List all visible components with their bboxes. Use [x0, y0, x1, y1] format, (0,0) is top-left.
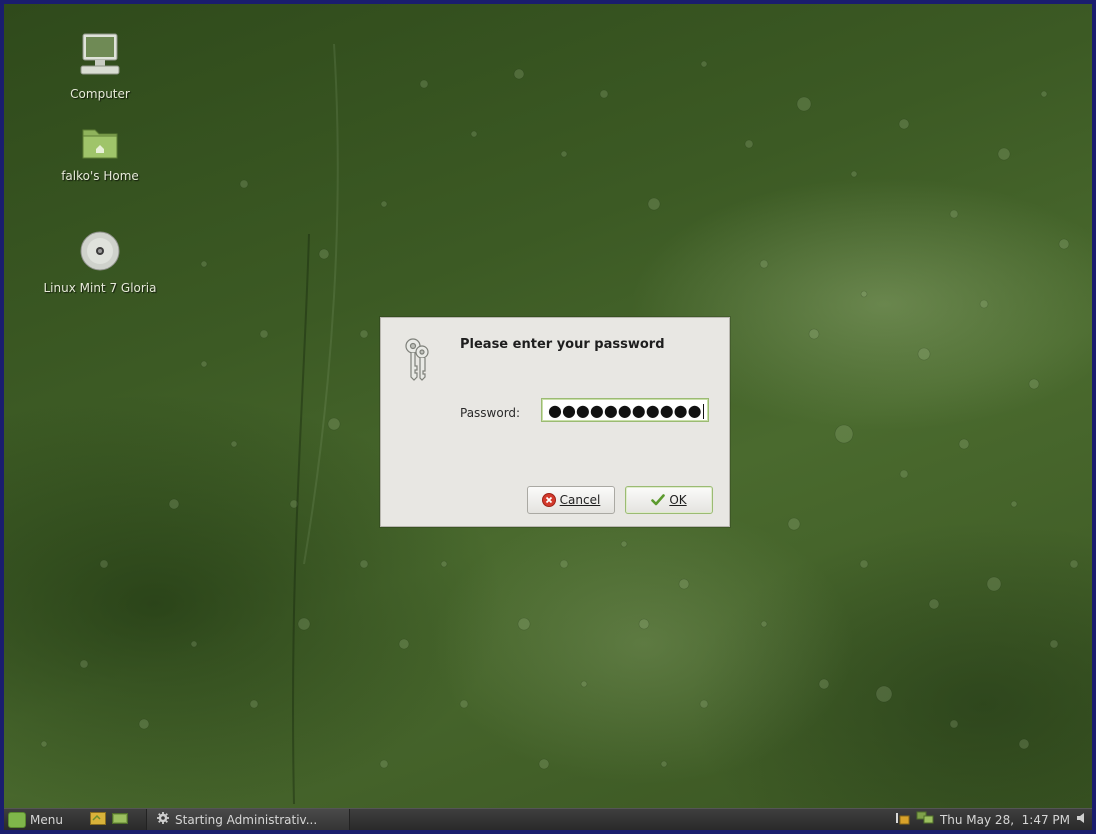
desktop[interactable]: Computer falko's Home Linux Mint 7 Glori… [4, 4, 1092, 808]
volume-icon[interactable] [1076, 812, 1086, 827]
taskbar: Menu Starting Administrativ... Thu May 2… [4, 808, 1092, 830]
cancel-icon [541, 493, 556, 507]
desktop-icon-label: Linux Mint 7 Gloria [43, 281, 157, 295]
network-icon[interactable] [916, 811, 934, 828]
menu-button[interactable]: Menu [8, 809, 63, 830]
password-dialog: Please enter your password Password: ●●●… [380, 317, 730, 527]
dialog-title: Please enter your password [460, 337, 665, 352]
desktop-icon-computer[interactable]: Computer [30, 32, 170, 101]
cancel-button[interactable]: Cancel [527, 486, 615, 514]
file-manager-icon [90, 811, 106, 828]
clock[interactable]: Thu May 28, 1:47 PM [940, 813, 1070, 827]
file-manager-launcher[interactable] [90, 809, 106, 830]
update-manager-icon[interactable] [894, 811, 910, 828]
cancel-label: Cancel [559, 493, 601, 507]
text-caret [702, 404, 704, 419]
cd-disc-icon [30, 228, 170, 277]
terminal-launcher[interactable] [112, 809, 128, 830]
taskbar-window-label: Starting Administrativ... [175, 812, 318, 827]
system-tray: Thu May 28, 1:47 PM [894, 809, 1086, 830]
ok-button[interactable]: OK [625, 486, 713, 514]
gear-icon [157, 812, 169, 827]
checkmark-icon [651, 493, 666, 507]
screen: Computer falko's Home Linux Mint 7 Glori… [4, 4, 1092, 830]
menu-label: Menu [30, 812, 63, 827]
computer-icon [30, 32, 170, 83]
desktop-icon-home[interactable]: falko's Home [30, 122, 170, 183]
taskbar-window-button[interactable]: Starting Administrativ... [146, 809, 350, 830]
desktop-icon-label: Computer [70, 87, 130, 101]
keys-icon [401, 334, 433, 384]
ok-label: OK [669, 493, 687, 507]
password-input[interactable]: ●●●●●●●●●●● [541, 398, 709, 422]
home-folder-icon [30, 122, 170, 165]
password-dots: ●●●●●●●●●●● [548, 401, 702, 420]
desktop-icon-label: falko's Home [61, 169, 139, 183]
mint-menu-icon [8, 811, 26, 828]
password-label: Password: [460, 406, 521, 420]
terminal-icon [112, 811, 128, 828]
desktop-icon-disc[interactable]: Linux Mint 7 Gloria [30, 228, 170, 295]
